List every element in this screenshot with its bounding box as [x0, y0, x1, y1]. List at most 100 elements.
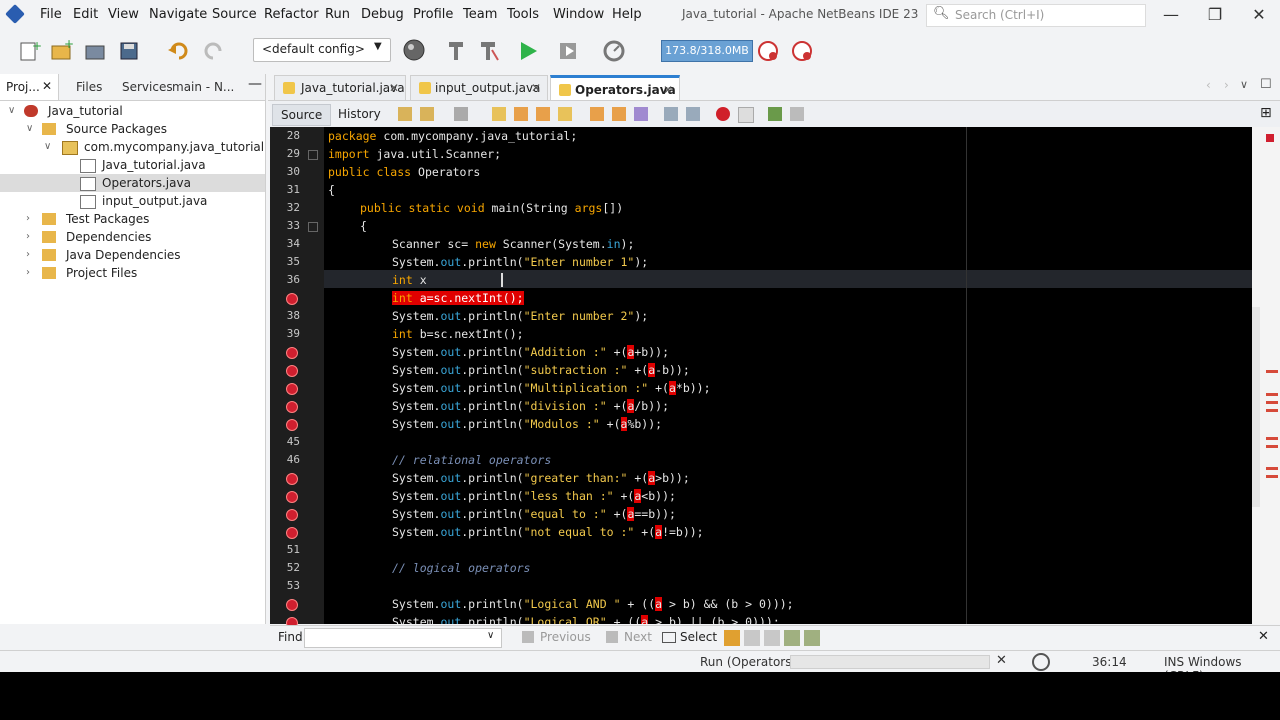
close-icon[interactable]: ✕ [531, 76, 541, 100]
tab-files[interactable]: Files [76, 80, 102, 94]
error-icon[interactable] [286, 365, 298, 377]
tab-operators[interactable]: Operators.java ✕ [550, 75, 680, 100]
tree-item-file[interactable]: Java_tutorial.java [0, 156, 265, 174]
toggle-bookmark-icon[interactable] [634, 107, 648, 121]
whole-words-icon[interactable] [744, 630, 760, 646]
chevron-down-icon[interactable]: ∨ [487, 630, 494, 641]
menu-debug[interactable]: Debug [361, 7, 404, 22]
find-next-icon[interactable] [536, 107, 550, 121]
highlight-results-icon[interactable] [784, 630, 800, 646]
line-number-gutter[interactable]: 28 29 30 31 32 33 34 35 36 38 39 45 46 5… [270, 127, 324, 629]
maximize-editor-icon[interactable]: ☐ [1260, 77, 1272, 92]
error-summary-icon[interactable] [1266, 134, 1274, 142]
shift-left-icon[interactable] [664, 107, 678, 121]
tree-item-package[interactable]: ∨ com.mycompany.java_tutorial [0, 138, 265, 156]
debug-project-icon[interactable] [556, 38, 582, 64]
tab-navigator[interactable]: main - N... [172, 80, 234, 94]
tab-services[interactable]: Services [122, 80, 173, 94]
tab-input-output[interactable]: input_output.java ✕ [410, 75, 548, 100]
menu-source[interactable]: Source [212, 7, 257, 22]
menu-navigate[interactable]: Navigate [149, 7, 207, 22]
close-window-button[interactable]: ✕ [1244, 4, 1274, 26]
error-marker[interactable] [1266, 401, 1278, 404]
chevron-down-icon[interactable]: ∨ [8, 102, 15, 120]
close-icon[interactable]: ✕ [42, 79, 52, 93]
tab-projects[interactable]: Proj... ✕ [0, 74, 59, 100]
build-icon[interactable] [444, 38, 470, 64]
error-marker[interactable] [1266, 475, 1278, 478]
next-button[interactable]: Next [624, 630, 652, 644]
minimize-panel-icon[interactable]: — [248, 76, 262, 92]
config-dropdown[interactable]: <default config> ▼ [253, 38, 391, 62]
open-project-icon[interactable] [82, 38, 108, 64]
tree-item-test-packages[interactable]: › Test Packages [0, 210, 265, 228]
error-marker[interactable] [1266, 393, 1278, 396]
search-input[interactable]: 🔍︎ Search (Ctrl+I) [926, 4, 1146, 27]
tree-item-file[interactable]: input_output.java [0, 192, 265, 210]
find-input[interactable]: ∨ [304, 628, 502, 648]
chevron-left-icon[interactable]: ‹ [1206, 78, 1211, 92]
error-marker[interactable] [1266, 370, 1278, 373]
error-icon[interactable] [286, 473, 298, 485]
profile-project-icon[interactable] [602, 38, 628, 64]
close-icon[interactable]: ✕ [1258, 629, 1269, 644]
prev-bookmark-icon[interactable] [590, 107, 604, 121]
uncomment-icon[interactable] [790, 107, 804, 121]
cancel-task-icon[interactable]: ✕ [996, 653, 1007, 668]
error-stripe[interactable] [1252, 127, 1280, 624]
error-icon[interactable] [286, 293, 298, 305]
select-button[interactable]: Select [680, 630, 717, 644]
error-marker[interactable] [1266, 467, 1278, 470]
stop-macro-icon[interactable] [738, 107, 754, 123]
wrap-around-icon[interactable] [804, 630, 820, 646]
memory-indicator[interactable]: 173.8/318.0MB [661, 40, 753, 62]
record-macro-icon[interactable] [716, 107, 730, 121]
find-icon[interactable] [492, 107, 506, 121]
error-icon[interactable] [286, 401, 298, 413]
code-editor[interactable]: package com.mycompany.java_tutorial; imp… [324, 127, 1252, 624]
chevron-down-icon[interactable]: ∨ [44, 138, 51, 156]
run-project-icon[interactable] [516, 38, 542, 64]
tree-item-source-packages[interactable]: ∨ Source Packages [0, 120, 265, 138]
chevron-right-icon[interactable]: › [26, 264, 30, 282]
globe-icon[interactable] [402, 38, 428, 64]
chevron-down-icon[interactable]: ∨ [1240, 78, 1248, 91]
forward-icon[interactable] [454, 107, 468, 121]
menu-tools[interactable]: Tools [507, 7, 539, 22]
menu-edit[interactable]: Edit [73, 7, 98, 22]
match-case-icon[interactable] [724, 630, 740, 646]
chevron-right-icon[interactable]: › [26, 210, 30, 228]
gc-icon[interactable] [756, 38, 782, 64]
notifications-icon[interactable] [1032, 653, 1050, 671]
close-icon[interactable]: ✕ [389, 76, 399, 100]
tree-item-project[interactable]: ∨ Java_tutorial [0, 102, 265, 120]
maximize-button[interactable]: ❐ [1200, 4, 1230, 26]
tree-item-file-selected[interactable]: Operators.java [0, 174, 265, 192]
toggle-highlight-icon[interactable] [558, 107, 572, 121]
tree-item-project-files[interactable]: › Project Files [0, 264, 265, 282]
menu-refactor[interactable]: Refactor [264, 7, 319, 22]
error-icon[interactable] [286, 491, 298, 503]
error-marker[interactable] [1266, 445, 1278, 448]
error-icon[interactable] [286, 527, 298, 539]
error-marker[interactable] [1266, 437, 1278, 440]
error-icon[interactable] [286, 509, 298, 521]
scrollbar-thumb[interactable] [1252, 307, 1260, 507]
error-icon[interactable] [286, 383, 298, 395]
redo-icon[interactable] [200, 38, 226, 64]
fold-icon[interactable] [308, 150, 318, 160]
shift-right-icon[interactable] [686, 107, 700, 121]
profiler-snapshot-icon[interactable] [790, 38, 816, 64]
menu-file[interactable]: File [40, 7, 62, 22]
save-all-icon[interactable] [116, 38, 142, 64]
chevron-down-icon[interactable]: ∨ [26, 120, 33, 138]
chevron-right-icon[interactable]: › [1224, 78, 1229, 92]
chevron-right-icon[interactable]: › [26, 228, 30, 246]
back-icon[interactable] [420, 107, 434, 121]
previous-button[interactable]: Previous [540, 630, 591, 644]
close-icon[interactable]: ✕ [663, 78, 673, 102]
menu-profile[interactable]: Profile [413, 7, 453, 22]
next-bookmark-icon[interactable] [612, 107, 626, 121]
error-icon[interactable] [286, 347, 298, 359]
menu-view[interactable]: View [108, 7, 139, 22]
